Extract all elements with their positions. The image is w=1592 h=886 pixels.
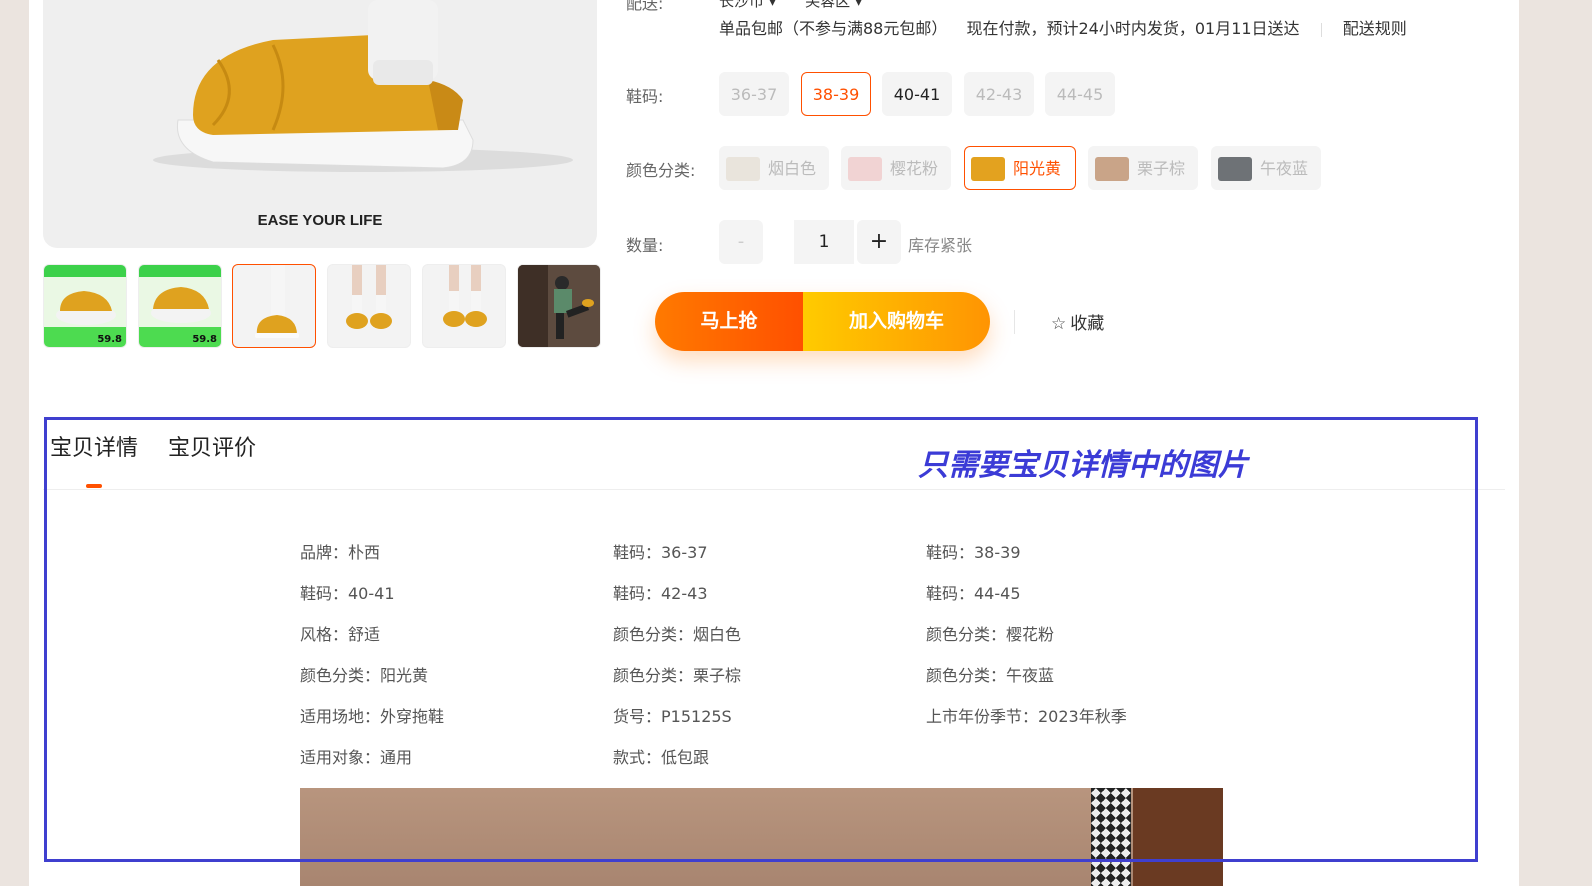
star-icon: ☆	[1051, 314, 1067, 334]
color-option-label: 阳光黄	[1013, 159, 1062, 178]
quantity-label: 数量:	[626, 236, 664, 255]
shipping-note: 单品包邮（不参与满88元包邮）	[719, 19, 948, 38]
purchase-actions: 马上抢 加入购物车	[655, 292, 990, 351]
color-option-sunshine-yellow[interactable]: 阳光黄	[964, 146, 1076, 190]
attribute-item: 鞋码：40-41	[300, 584, 395, 603]
attribute-item: 款式：低包跟	[613, 748, 710, 767]
size-option-40-41[interactable]: 40-41	[882, 72, 952, 116]
color-option-smoke-white[interactable]: 烟白色	[719, 146, 829, 190]
attribute-item: 上市年份季节：2023年秋季	[926, 707, 1127, 726]
color-option-sakura-pink[interactable]: 樱花粉	[841, 146, 951, 190]
attribute-item: 颜色分类：午夜蓝	[926, 666, 1055, 685]
chestnut-brown-swatch-icon	[1095, 157, 1129, 181]
size-label: 鞋码:	[626, 87, 664, 106]
chevron-down-icon: ▾	[764, 0, 777, 10]
attribute-item: 鞋码：42-43	[613, 584, 708, 603]
favorite-label: 收藏	[1070, 314, 1105, 334]
delivery-rules-link[interactable]: 配送规则	[1343, 19, 1407, 38]
attribute-item: 适用对象：通用	[300, 748, 413, 767]
product-page: EASE YOUR LIFE 59.8 59.8 配送: 长沙市 ▾ 芙蓉区 ▾…	[29, 0, 1519, 886]
quantity-input[interactable]: 1	[794, 220, 854, 264]
stock-note: 库存紧张	[908, 236, 973, 255]
buy-now-button[interactable]: 马上抢	[655, 292, 803, 351]
color-label: 颜色分类:	[626, 161, 696, 180]
color-option-label: 午夜蓝	[1260, 159, 1309, 178]
city-selector[interactable]: 长沙市	[719, 0, 764, 10]
attribute-item: 颜色分类：阳光黄	[300, 666, 429, 685]
slipper-illustration	[153, 0, 573, 172]
district-selector[interactable]: 芙蓉区	[805, 0, 850, 10]
thumbnail-6[interactable]	[517, 264, 601, 348]
add-to-cart-button[interactable]: 加入购物车	[803, 292, 990, 351]
annotation-text: 只需要宝贝详情中的图片	[918, 448, 1248, 483]
attribute-item: 颜色分类：樱花粉	[926, 625, 1055, 644]
color-option-midnight-blue[interactable]: 午夜蓝	[1211, 146, 1321, 190]
main-image-caption: EASE YOUR LIFE	[257, 212, 383, 229]
attribute-item: 鞋码：44-45	[926, 584, 1021, 603]
product-info: 配送: 长沙市 ▾ 芙蓉区 ▾ 单品包邮（不参与满88元包邮） 现在付款，预计2…	[626, 0, 1526, 380]
thumbnail-3-image	[255, 265, 299, 338]
attribute-item: 适用场地：外穿拖鞋	[300, 707, 445, 726]
attribute-item: 风格：舒适	[300, 625, 381, 644]
size-option-38-39[interactable]: 38-39	[801, 72, 871, 116]
main-product-image: EASE YOUR LIFE	[43, 0, 597, 248]
attribute-item: 颜色分类：烟白色	[613, 625, 742, 644]
checker-pattern	[1091, 788, 1131, 886]
tab-reviews[interactable]: 宝贝评价	[168, 430, 256, 462]
midnight-blue-swatch-icon	[1218, 157, 1252, 181]
quantity-decrease-button[interactable]: -	[719, 220, 763, 264]
thumbnail-3[interactable]	[232, 264, 316, 348]
thumbnail-5[interactable]	[422, 264, 506, 348]
attribute-item: 品牌：朴西	[300, 543, 381, 562]
sakura-pink-swatch-icon	[848, 157, 882, 181]
size-option-44-45[interactable]: 44-45	[1045, 72, 1115, 116]
sunshine-yellow-swatch-icon	[971, 157, 1005, 181]
thumbnail-2[interactable]: 59.8	[138, 264, 222, 348]
color-option-label: 栗子棕	[1137, 159, 1186, 178]
size-option-36-37[interactable]: 36-37	[719, 72, 789, 116]
size-option-42-43[interactable]: 42-43	[964, 72, 1034, 116]
tab-details[interactable]: 宝贝详情	[50, 430, 138, 462]
thumbnail-5-image	[443, 265, 487, 327]
divider	[1014, 310, 1015, 334]
color-option-label: 樱花粉	[890, 159, 939, 178]
chevron-down-icon: ▾	[850, 0, 863, 10]
door-shape	[1133, 788, 1223, 886]
color-option-chestnut-brown[interactable]: 栗子棕	[1088, 146, 1198, 190]
detail-image	[300, 788, 1223, 886]
thumbnail-4-image	[346, 265, 392, 329]
attribute-item: 货号：P15125S	[613, 707, 732, 726]
attribute-item: 鞋码：38-39	[926, 543, 1021, 562]
tabs-divider	[43, 489, 1505, 490]
delivery-label: 配送:	[626, 0, 664, 13]
thumbnail-1[interactable]: 59.8	[43, 264, 127, 348]
attribute-item: 颜色分类：栗子棕	[613, 666, 742, 685]
favorite-button[interactable]: ☆ 收藏	[1051, 309, 1104, 334]
dispatch-note: 现在付款，预计24小时内发货，01月11日送达	[966, 19, 1300, 38]
active-tab-indicator	[86, 484, 102, 488]
quantity-increase-button[interactable]: +	[857, 220, 901, 264]
color-option-label: 烟白色	[768, 159, 817, 178]
thumbnail-4[interactable]	[327, 264, 411, 348]
delivery-location: 长沙市 ▾ 芙蓉区 ▾	[719, 0, 862, 11]
divider	[1320, 22, 1322, 37]
attribute-item: 鞋码：36-37	[613, 543, 708, 562]
thumbnail-6-image	[518, 265, 600, 347]
thumbnail-2-price: 59.8	[192, 334, 217, 345]
smoke-white-swatch-icon	[726, 157, 760, 181]
delivery-info: 单品包邮（不参与满88元包邮） 现在付款，预计24小时内发货，01月11日送达 …	[719, 15, 1407, 39]
thumbnail-1-price: 59.8	[97, 334, 122, 345]
